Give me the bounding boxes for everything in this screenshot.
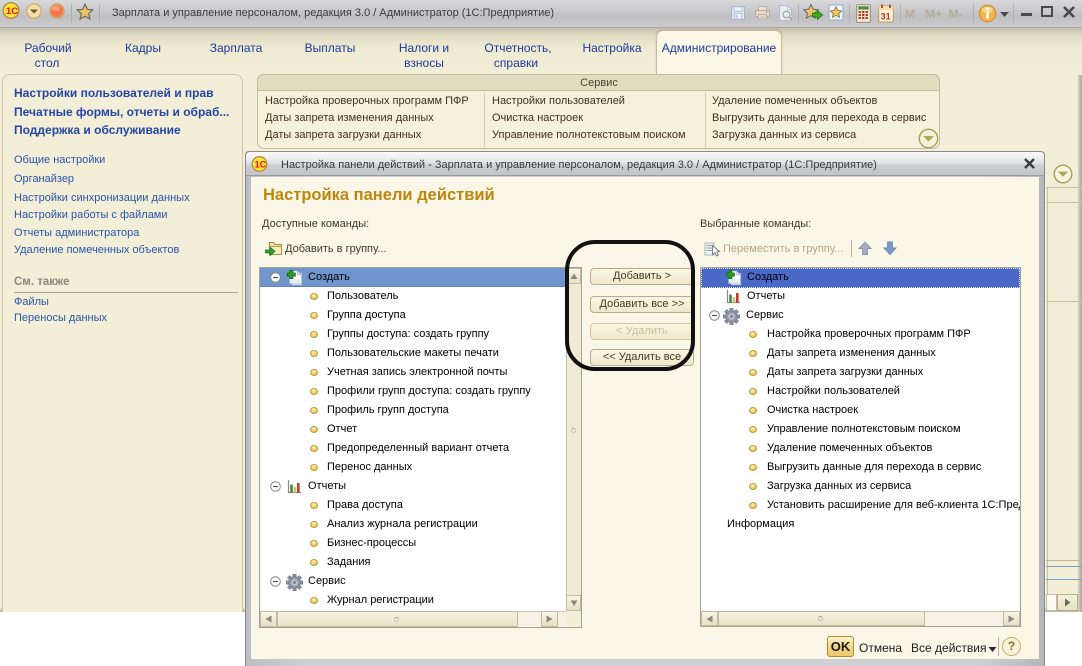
- svg-text:31: 31: [881, 12, 891, 22]
- svg-text:1С: 1С: [6, 6, 18, 17]
- svg-text:1С: 1С: [255, 159, 267, 169]
